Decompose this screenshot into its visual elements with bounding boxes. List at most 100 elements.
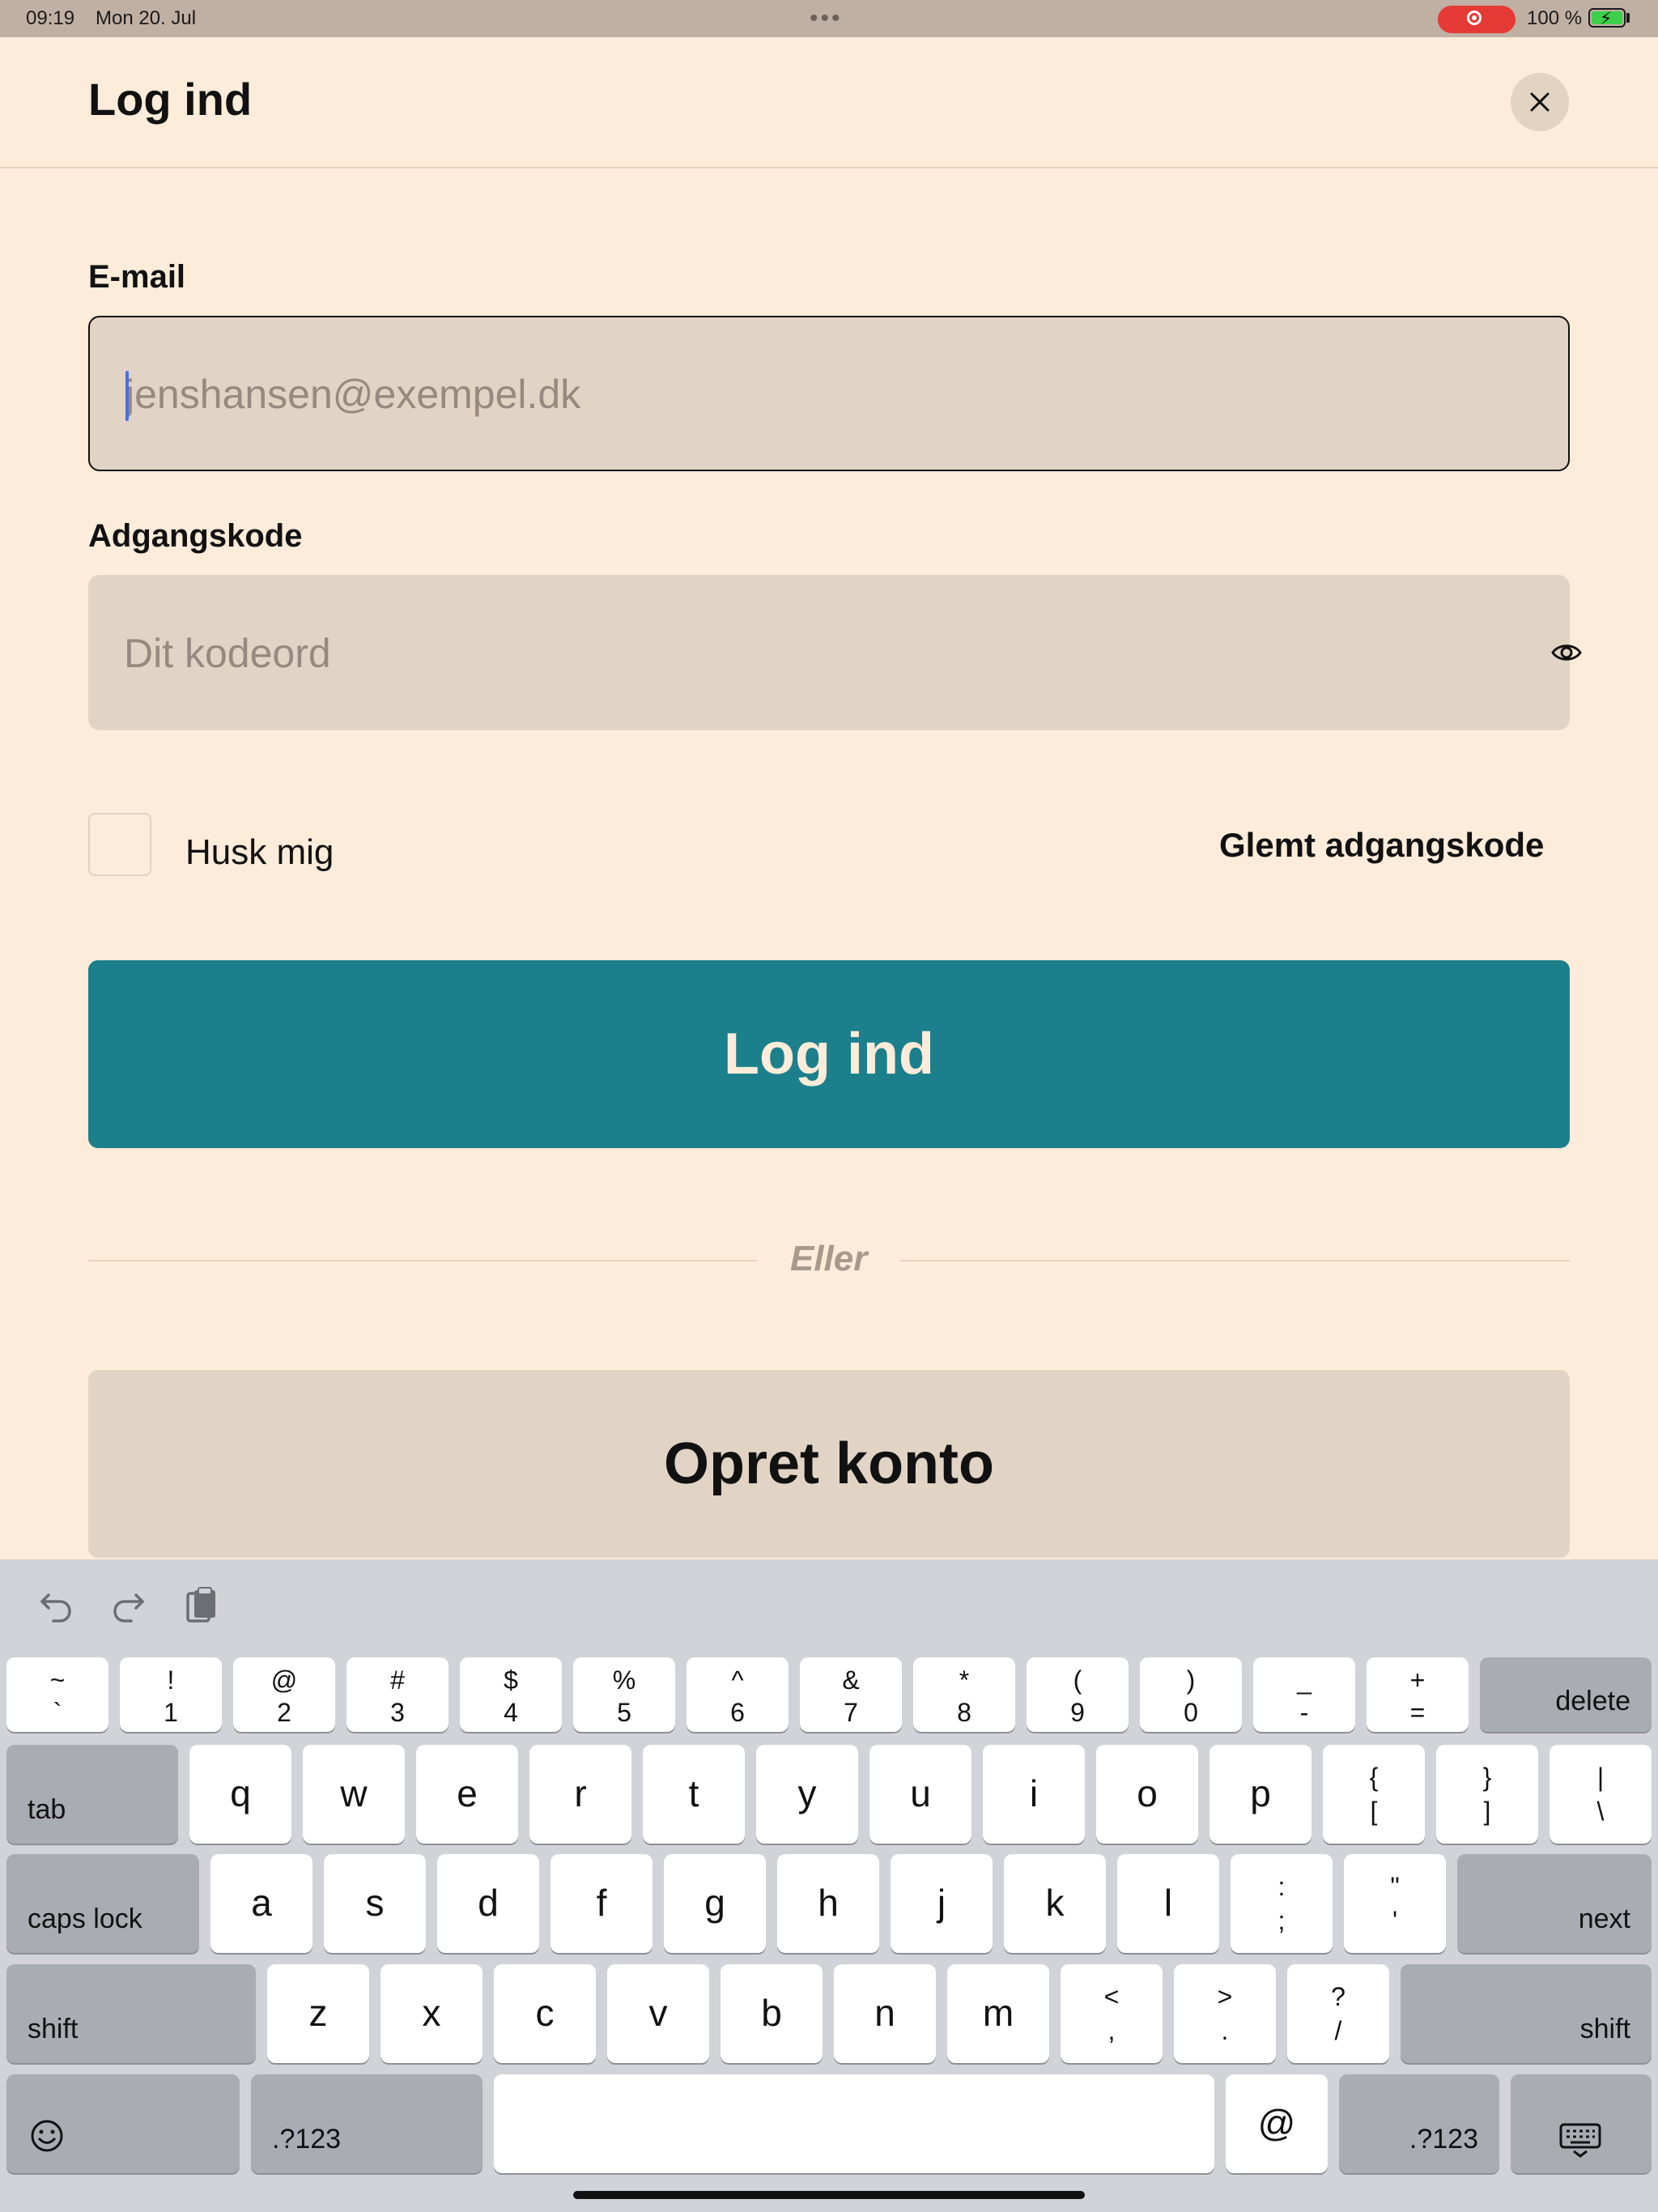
key-o[interactable]: o	[1096, 1745, 1198, 1844]
tab-key[interactable]: tab	[6, 1745, 178, 1844]
key-at[interactable]: @	[1226, 2074, 1328, 2173]
key-number-4[interactable]: $4	[460, 1657, 562, 1732]
key-d[interactable]: d	[437, 1854, 539, 1953]
key-number-3[interactable]: #3	[346, 1657, 449, 1732]
key-bottom-label: ;	[1278, 1906, 1286, 1935]
key-number-6[interactable]: ^ 6	[687, 1657, 789, 1732]
key-bottom-label: 6	[730, 1698, 745, 1727]
key-y[interactable]: y	[756, 1745, 858, 1844]
remember-me-checkbox[interactable]	[88, 813, 151, 876]
email-field[interactable]	[124, 317, 1463, 471]
key-symbol-z-0[interactable]: <,	[1061, 1964, 1163, 2063]
key-label: k	[1045, 1882, 1065, 1924]
or-separator: Eller	[790, 1239, 868, 1278]
key-symbol-q-1[interactable]: }]	[1436, 1745, 1538, 1844]
sheet-header: Log ind	[0, 37, 1658, 168]
eye-icon	[1551, 644, 1582, 661]
key-label: shift	[1579, 2014, 1630, 2044]
login-button[interactable]: Log ind	[88, 960, 1570, 1148]
key-number-2[interactable]: @2	[233, 1657, 335, 1732]
key-j[interactable]: j	[891, 1854, 993, 1953]
status-date: Mon 20. Jul	[96, 7, 197, 29]
key-b[interactable]: b	[721, 1964, 823, 2063]
space-bar[interactable]	[494, 2074, 1214, 2173]
key-number-9[interactable]: (9	[1027, 1657, 1129, 1732]
dismiss-keyboard-key[interactable]	[1511, 2074, 1652, 2173]
screen-recording-icon[interactable]	[1438, 6, 1516, 33]
caps-lock-key[interactable]: caps lock	[6, 1854, 199, 1953]
key-r[interactable]: r	[529, 1745, 631, 1844]
key-label: i	[1029, 1772, 1039, 1814]
key-s[interactable]: s	[324, 1854, 426, 1953]
home-indicator[interactable]	[573, 2191, 1085, 2199]
key-number-1[interactable]: ! 1	[120, 1657, 222, 1732]
key-u[interactable]: u	[869, 1745, 971, 1844]
key-n[interactable]: n	[834, 1964, 936, 2063]
divider-right	[900, 1260, 1570, 1261]
key-number-10[interactable]: ) 0	[1140, 1657, 1242, 1732]
key-symbol-q-0[interactable]: {[	[1323, 1745, 1425, 1844]
key-top-label: )	[1186, 1665, 1196, 1695]
key-l[interactable]: l	[1117, 1854, 1219, 1953]
key-number-12[interactable]: + =	[1367, 1657, 1469, 1732]
remember-me-label[interactable]: Husk mig	[185, 832, 334, 873]
keyboard-dismiss-icon	[1559, 2123, 1601, 2158]
key-label: next	[1578, 1904, 1630, 1934]
key-label: x	[422, 1992, 441, 2034]
key-k[interactable]: k	[1004, 1854, 1106, 1953]
key-symbol-z-2[interactable]: ? /	[1287, 1964, 1389, 2063]
key-label: a	[251, 1882, 272, 1924]
shift-right-key[interactable]: shift	[1401, 1964, 1652, 2063]
key-t[interactable]: t	[643, 1745, 745, 1844]
key-m[interactable]: m	[947, 1964, 1049, 2063]
undo-button[interactable]	[37, 1587, 76, 1628]
forgot-password-link[interactable]: Glemt adgangskode	[1219, 826, 1544, 865]
key-w[interactable]: w	[303, 1745, 405, 1844]
multitasking-dots-icon[interactable]: •••	[810, 5, 843, 32]
key-label: n	[874, 1992, 895, 2034]
key-f[interactable]: f	[551, 1854, 653, 1953]
key-p[interactable]: p	[1209, 1745, 1312, 1844]
create-account-button[interactable]: Opret konto	[88, 1370, 1570, 1558]
key-number-0[interactable]: ~ `	[6, 1657, 108, 1732]
key-a[interactable]: a	[210, 1854, 312, 1953]
key-label: e	[457, 1772, 478, 1814]
password-label: Adgangskode	[88, 518, 303, 554]
delete-key[interactable]: delete	[1480, 1657, 1652, 1732]
key-number-7[interactable]: & 7	[800, 1657, 902, 1732]
password-field[interactable]	[122, 575, 1461, 732]
key-label: p	[1250, 1772, 1271, 1814]
key-symbol-z-1[interactable]: >.	[1174, 1964, 1276, 2063]
numbers-key-right[interactable]: .?123	[1339, 2074, 1499, 2173]
key-number-5[interactable]: % 5	[573, 1657, 675, 1732]
key-top-label: "	[1390, 1872, 1400, 1901]
key-z[interactable]: z	[267, 1964, 369, 2063]
key-label: q	[230, 1772, 251, 1814]
key-v[interactable]: v	[607, 1964, 709, 2063]
key-number-11[interactable]: _ -	[1253, 1657, 1355, 1732]
key-g[interactable]: g	[664, 1854, 766, 1953]
key-c[interactable]: c	[494, 1964, 596, 2063]
key-number-8[interactable]: * 8	[913, 1657, 1015, 1732]
key-symbol-a-1[interactable]: " '	[1344, 1854, 1446, 1953]
key-e[interactable]: e	[416, 1745, 518, 1844]
key-symbol-q-2[interactable]: | \	[1550, 1745, 1652, 1844]
redo-button[interactable]	[108, 1587, 147, 1628]
key-symbol-a-0[interactable]: :;	[1231, 1854, 1333, 1953]
key-top-label: }	[1482, 1763, 1492, 1792]
paste-button[interactable]	[181, 1587, 220, 1628]
next-key[interactable]: next	[1457, 1854, 1652, 1953]
battery-icon: ⚡	[1588, 8, 1626, 28]
key-x[interactable]: x	[380, 1964, 483, 2063]
emoji-key[interactable]	[6, 2074, 240, 2173]
key-label: h	[818, 1882, 839, 1924]
numbers-key-left[interactable]: .?123	[251, 2074, 483, 2173]
shift-left-key[interactable]: shift	[6, 1964, 256, 2063]
toggle-password-visibility-button[interactable]	[1549, 636, 1584, 669]
close-button[interactable]	[1511, 73, 1569, 131]
key-i[interactable]: i	[983, 1745, 1085, 1844]
key-q[interactable]: q	[189, 1745, 291, 1844]
key-h[interactable]: h	[777, 1854, 879, 1953]
battery-tip	[1626, 13, 1630, 23]
battery-percent: 100 %	[1527, 7, 1583, 29]
